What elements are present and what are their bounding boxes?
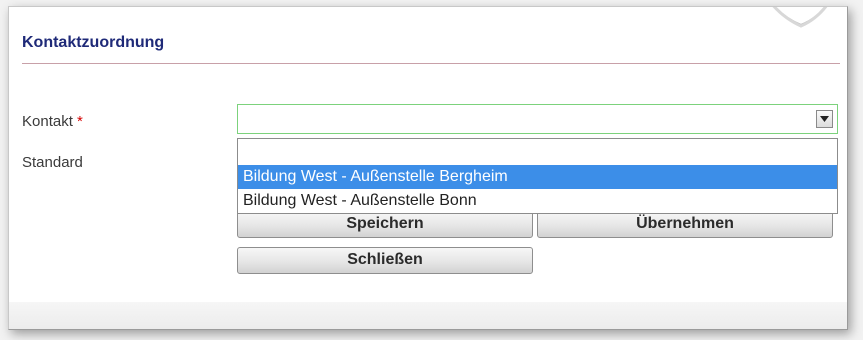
required-marker: * [77,113,83,130]
contact-select[interactable] [237,104,838,134]
save-button[interactable]: Speichern [237,211,533,238]
dropdown-arrow-button[interactable] [816,110,833,128]
panel-footer [9,302,847,329]
shield-outline-icon [772,7,828,28]
dropdown-option-empty[interactable] [238,139,837,163]
contact-assignment-panel: Kontaktzuordnung Kontakt * Standard Spei… [8,6,848,330]
dropdown-option-bonn[interactable]: Bildung West - Außenstelle Bonn [238,189,837,213]
contact-label: Kontakt * [22,113,83,130]
apply-button[interactable]: Übernehmen [537,211,833,238]
title-divider [22,63,840,64]
dropdown-option-bergheim[interactable]: Bildung West - Außenstelle Bergheim [238,165,837,189]
standard-label: Standard [22,154,83,171]
close-button[interactable]: Schließen [237,247,533,274]
contact-dropdown-list: Bildung West - Außenstelle Bergheim Bild… [237,138,838,214]
section-title: Kontaktzuordnung [22,34,165,51]
window-background: Kontaktzuordnung Kontakt * Standard Spei… [0,0,863,340]
contact-label-text: Kontakt [22,113,73,130]
triangle-down-icon [820,116,829,122]
